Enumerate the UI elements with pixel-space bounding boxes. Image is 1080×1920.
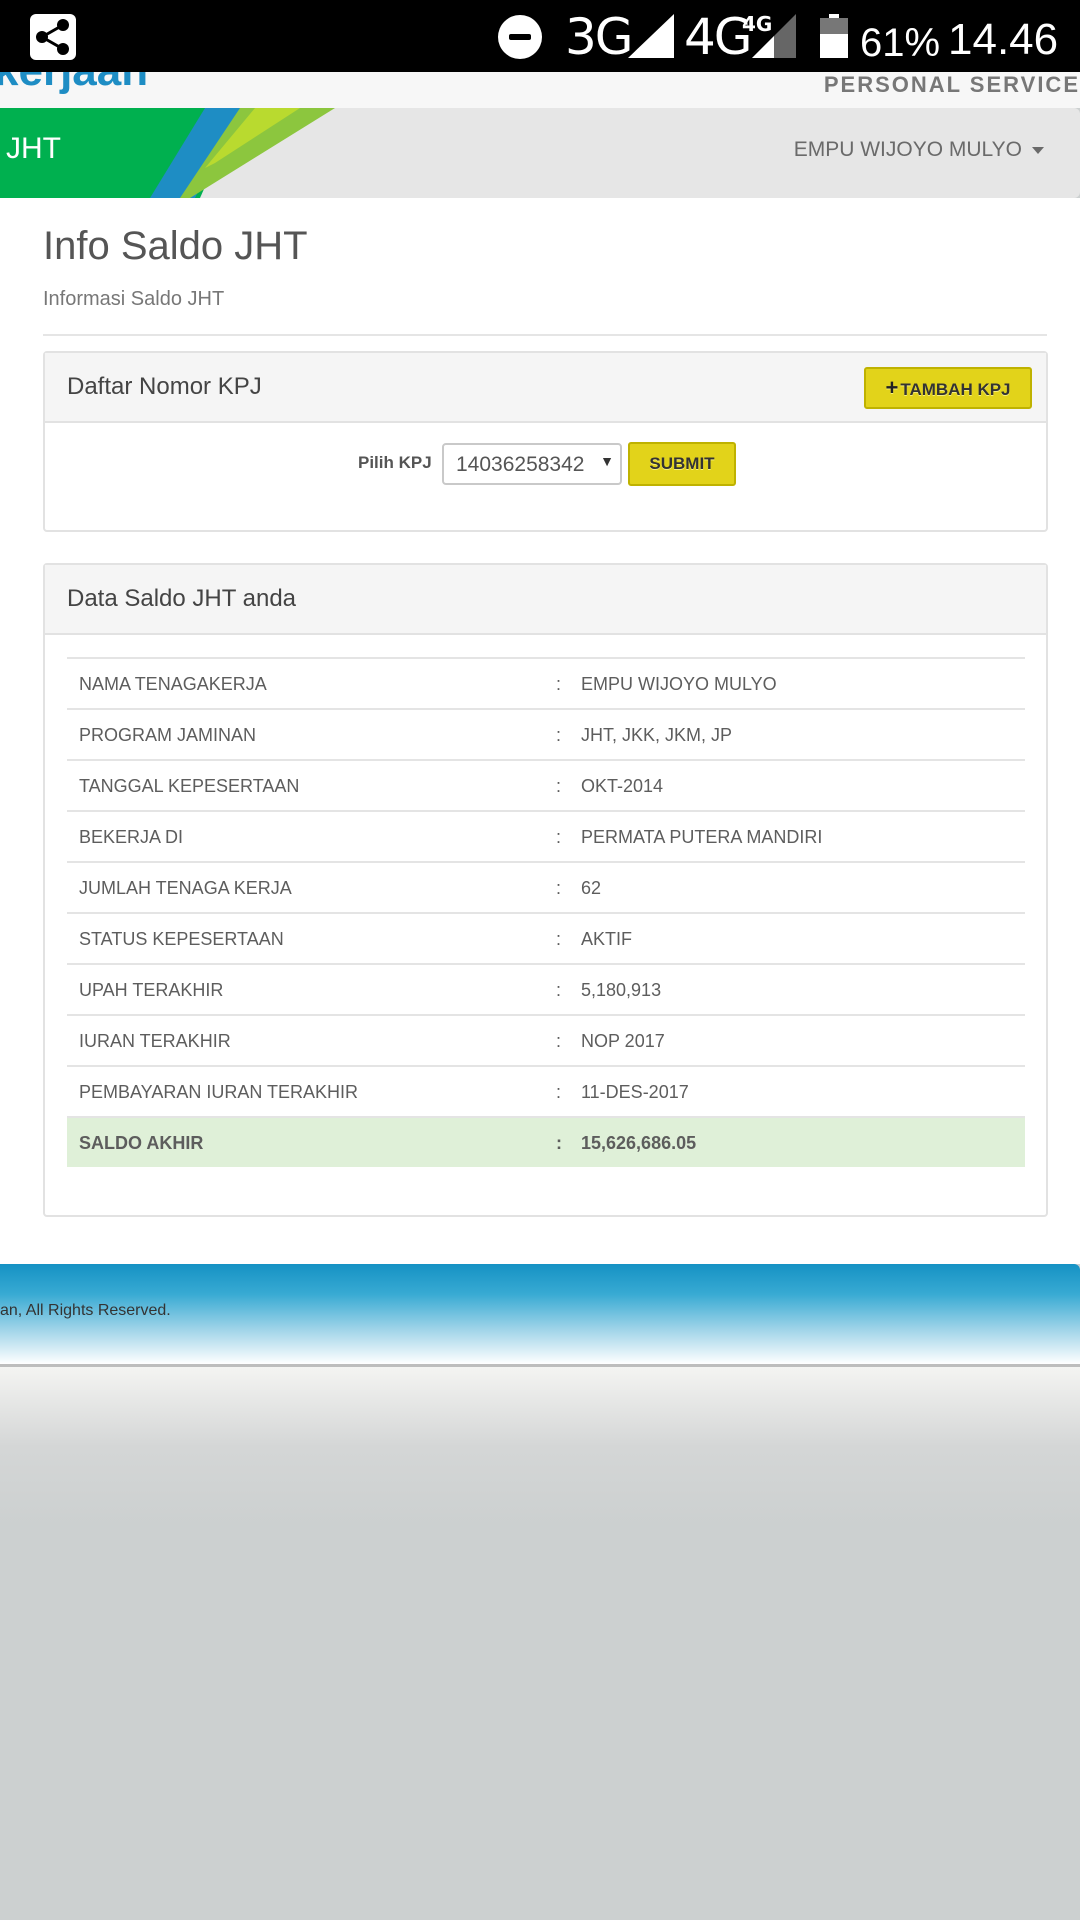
kpj-select[interactable]: 14036258342 ▼ (442, 443, 622, 485)
table-row: IURAN TERAKHIR : NOP 2017 (67, 1014, 1025, 1065)
table-row: UPAH TERAKHIR : 5,180,913 (67, 963, 1025, 1014)
saldo-panel: Data Saldo JHT anda NAMA TENAGAKERJA : E… (43, 563, 1048, 1217)
signal-icon-2 (752, 14, 796, 58)
network-4g-label: 4G (684, 8, 753, 66)
row-separator: : (556, 776, 562, 796)
row-separator: : (556, 725, 562, 745)
row-value: AKTIF (581, 929, 633, 949)
row-label: SALDO AKHIR (79, 1133, 204, 1153)
row-separator: : (556, 929, 562, 949)
table-row: STATUS KEPESERTAAN : AKTIF (67, 912, 1025, 963)
row-separator: : (556, 980, 562, 1000)
row-separator: : (556, 878, 562, 898)
dropdown-arrow-icon: ▼ (600, 453, 614, 469)
page-background (0, 1367, 1080, 1920)
add-kpj-label: TAMBAH KPJ (900, 380, 1011, 399)
row-separator: : (556, 827, 562, 847)
row-separator: : (556, 674, 562, 694)
nav-title: JHT (6, 132, 61, 165)
table-row-saldo-akhir: SALDO AKHIR : 15,626,686.05 (67, 1116, 1025, 1167)
do-not-disturb-icon (498, 15, 542, 59)
table-row: BEKERJA DI : PERMATA PUTERA MANDIRI (67, 810, 1025, 861)
row-label: BEKERJA DI (79, 827, 184, 847)
user-name: EMPU WIJOYO MULYO (793, 138, 1022, 161)
row-value: 5,180,913 (581, 980, 662, 1000)
plus-icon: + (885, 375, 899, 400)
row-value: EMPU WIJOYO MULYO (581, 674, 777, 694)
row-value: NOP 2017 (581, 1031, 665, 1051)
clock: 14.46 (948, 15, 1059, 64)
row-value: 62 (581, 878, 602, 898)
signal-icon (628, 14, 674, 58)
row-separator: : (556, 1133, 562, 1153)
row-value: OKT-2014 (581, 776, 664, 796)
kpj-panel-header: Daftar Nomor KPJ + TAMBAH KPJ (45, 353, 1046, 423)
table-row: PEMBAYARAN IURAN TERAKHIR : 11-DES-2017 (67, 1065, 1025, 1116)
nav-bar: JHT EMPU WIJOYO MULYO (0, 108, 1080, 198)
share-icon[interactable] (30, 14, 76, 60)
table-row: JUMLAH TENAGA KERJA : 62 (67, 861, 1025, 912)
kpj-select-label: Pilih KPJ (358, 453, 432, 472)
site-footer: an, All Rights Reserved. (0, 1264, 1080, 1364)
table-row: TANGGAL KEPESERTAAN : OKT-2014 (67, 759, 1025, 810)
divider (43, 334, 1047, 336)
row-label: PEMBAYARAN IURAN TERAKHIR (79, 1082, 359, 1102)
row-value: 15,626,686.05 (581, 1133, 697, 1153)
network-3g-label: 3G (565, 8, 634, 66)
status-bar: 3G 4G 4G 61% 14.46 (0, 0, 1080, 72)
row-value: PERMATA PUTERA MANDIRI (581, 827, 823, 847)
saldo-table: NAMA TENAGAKERJA : EMPU WIJOYO MULYO PRO… (67, 657, 1025, 1167)
page-title: Info Saldo JHT (43, 224, 308, 268)
copyright-text: an, All Rights Reserved. (0, 1302, 171, 1319)
battery-icon (820, 14, 848, 58)
kpj-select-row: Pilih KPJ 14036258342 ▼ SUBMIT (45, 442, 1046, 487)
page-subtitle: Informasi Saldo JHT (43, 288, 225, 310)
submit-button[interactable]: SUBMIT (628, 442, 736, 486)
row-label: JUMLAH TENAGA KERJA (79, 878, 292, 898)
row-label: STATUS KEPESERTAAN (79, 929, 284, 949)
row-value: 11-DES-2017 (581, 1082, 689, 1102)
main-content: Info Saldo JHT Informasi Saldo JHT Dafta… (0, 198, 1080, 1264)
table-row: PROGRAM JAMINAN : JHT, JKK, JKM, JP (67, 708, 1025, 759)
kpj-panel-title: Daftar Nomor KPJ (67, 373, 262, 400)
table-row: NAMA TENAGAKERJA : EMPU WIJOYO MULYO (67, 657, 1025, 708)
row-separator: : (556, 1082, 562, 1102)
row-separator: : (556, 1031, 562, 1051)
row-label: TANGGAL KEPESERTAAN (79, 776, 300, 796)
add-kpj-button[interactable]: + TAMBAH KPJ (864, 367, 1032, 409)
saldo-panel-header: Data Saldo JHT anda (45, 565, 1046, 635)
row-value: JHT, JKK, JKM, JP (581, 725, 733, 745)
row-label: IURAN TERAKHIR (79, 1031, 231, 1051)
site-header: kerjaan PERSONAL SERVICE (0, 72, 1080, 108)
brand-logo-text[interactable]: kerjaan (0, 72, 148, 96)
row-label: PROGRAM JAMINAN (79, 725, 257, 745)
row-label: NAMA TENAGAKERJA (79, 674, 267, 694)
caret-down-icon (1032, 146, 1044, 154)
saldo-panel-title: Data Saldo JHT anda (67, 585, 297, 612)
user-menu[interactable]: EMPU WIJOYO MULYO (794, 138, 1044, 162)
battery-percent: 61% (860, 21, 941, 65)
tagline: PERSONAL SERVICE (823, 72, 1080, 97)
kpj-select-value: 14036258342 (456, 453, 585, 476)
row-label: UPAH TERAKHIR (79, 980, 224, 1000)
kpj-panel: Daftar Nomor KPJ + TAMBAH KPJ Pilih KPJ 1… (43, 351, 1048, 532)
